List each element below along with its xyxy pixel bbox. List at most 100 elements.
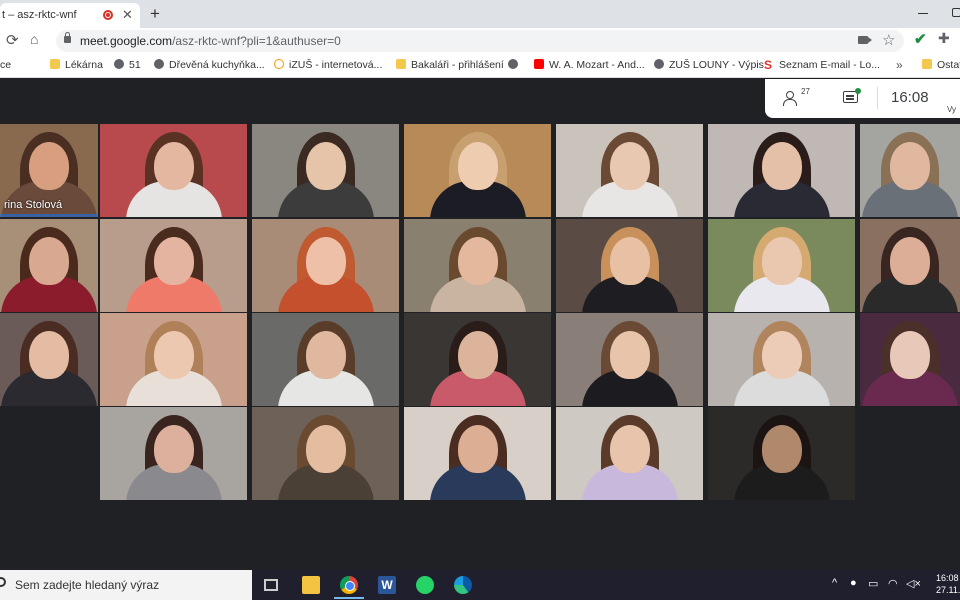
home-icon[interactable]: ⌂ xyxy=(30,31,38,47)
extensions-icon[interactable]: ✚ xyxy=(938,30,950,47)
participant-face xyxy=(29,142,69,190)
participant-face xyxy=(153,142,194,190)
bookmark-item[interactable]: Dřevěná kuchyňka... xyxy=(154,59,265,71)
participant-face xyxy=(609,425,650,473)
bookmark-label: Ostat xyxy=(937,59,960,71)
microphone-icon[interactable]: ● xyxy=(850,577,857,589)
participant-face xyxy=(761,237,802,285)
word-icon[interactable]: W xyxy=(378,576,396,594)
participant-face xyxy=(305,142,346,190)
participant-tile[interactable]: rina Stolová xyxy=(0,124,98,217)
bookmark-item[interactable]: Lékárna xyxy=(50,59,103,71)
participant-face xyxy=(761,142,802,190)
participant-tile[interactable] xyxy=(708,313,855,406)
participant-face xyxy=(761,425,802,473)
bookmark-star-icon[interactable]: ☆ xyxy=(882,31,895,49)
participant-tile[interactable] xyxy=(0,219,98,312)
participant-tile[interactable] xyxy=(100,407,247,500)
maximize-icon[interactable] xyxy=(952,8,960,17)
wifi-icon[interactable]: ◠ xyxy=(888,577,898,590)
system-clock[interactable]: 16:08 27.11.202 xyxy=(936,572,960,596)
participant-tile[interactable] xyxy=(252,313,399,406)
volume-muted-icon[interactable]: ◁× xyxy=(906,577,921,590)
divider xyxy=(877,87,878,109)
bookmark-item[interactable]: ZUŠ LOUNY - Výpis xyxy=(654,59,764,71)
participant-tile[interactable] xyxy=(100,313,247,406)
bookmark-item[interactable]: 51 xyxy=(114,59,141,71)
system-time: 16:08 xyxy=(936,573,959,583)
participant-tile[interactable] xyxy=(556,219,703,312)
participant-tile[interactable] xyxy=(708,219,855,312)
participant-face xyxy=(609,142,650,190)
participant-face xyxy=(153,331,194,379)
participant-tile[interactable] xyxy=(404,124,551,217)
participant-tile[interactable] xyxy=(404,219,551,312)
bookmark-item[interactable]: S Seznam E-mail - Lo... xyxy=(764,59,880,71)
participant-tile[interactable] xyxy=(708,124,855,217)
participant-tile[interactable] xyxy=(556,124,703,217)
participant-tile[interactable] xyxy=(404,407,551,500)
participant-face xyxy=(29,237,69,285)
participant-tile[interactable] xyxy=(252,219,399,312)
participant-face xyxy=(29,331,69,379)
people-icon[interactable] xyxy=(783,91,799,106)
tab-close-icon[interactable]: ✕ xyxy=(122,7,133,23)
participant-count: 27 xyxy=(801,87,810,96)
minimize-icon[interactable] xyxy=(918,13,928,14)
participant-tile[interactable] xyxy=(404,313,551,406)
folder-icon xyxy=(922,59,932,69)
bookmark-item[interactable] xyxy=(508,59,523,71)
participant-tile[interactable] xyxy=(556,407,703,500)
reload-icon[interactable]: ⟳ xyxy=(6,31,19,49)
recording-icon xyxy=(103,10,113,20)
camera-icon[interactable] xyxy=(858,36,872,44)
meeting-clock: 16:08 xyxy=(891,89,929,106)
search-placeholder: Sem zadejte hledaný výraz xyxy=(15,578,160,592)
bookmark-item[interactable]: W. A. Mozart - And... xyxy=(534,59,645,71)
new-tab-button[interactable]: + xyxy=(150,4,160,24)
bookmark-item[interactable]: iZUŠ - internetová... xyxy=(274,59,382,71)
participant-tile[interactable] xyxy=(100,219,247,312)
participant-tile[interactable] xyxy=(556,313,703,406)
bookmark-label: Lékárna xyxy=(65,59,103,71)
tab-meet[interactable]: t – asz-rktc-wnf ✕ xyxy=(0,3,140,28)
participant-tile[interactable] xyxy=(860,219,960,312)
participant-tile[interactable] xyxy=(860,313,960,406)
globe-icon xyxy=(114,59,124,69)
participant-face xyxy=(305,237,346,285)
bookmark-item[interactable]: Ostat xyxy=(922,59,960,71)
participant-face xyxy=(153,425,194,473)
battery-icon[interactable]: ▭ xyxy=(868,577,878,590)
bookmark-label: Bakaláři - přihlášení xyxy=(411,59,504,71)
search-icon xyxy=(0,577,6,587)
taskbar-search[interactable]: Sem zadejte hledaný výraz xyxy=(0,570,252,600)
participant-tile[interactable] xyxy=(252,124,399,217)
participant-tile[interactable] xyxy=(860,124,960,217)
whatsapp-icon[interactable] xyxy=(416,576,434,594)
edge-icon[interactable] xyxy=(454,576,472,594)
participant-face xyxy=(890,237,930,285)
bookmark-item[interactable]: Bakaláři - přihlášení xyxy=(396,59,504,71)
file-explorer-icon[interactable] xyxy=(302,576,320,594)
bookmarks-bar: ce Lékárna 51 Dřevěná kuchyňka... iZUŠ - int… xyxy=(0,54,960,78)
participant-tile[interactable] xyxy=(708,407,855,500)
url-text[interactable]: meet.google.com/asz-rktc-wnf?pli=1&authu… xyxy=(80,34,341,48)
bookmark-label: Seznam E-mail - Lo... xyxy=(779,59,880,71)
participant-tile[interactable] xyxy=(0,313,98,406)
chrome-icon[interactable] xyxy=(340,576,358,594)
bookmark-label: iZUŠ - internetová... xyxy=(289,59,383,71)
participant-face xyxy=(609,331,650,379)
check-extension-icon[interactable]: ✔ xyxy=(914,30,927,48)
url-field[interactable]: meet.google.com/asz-rktc-wnf?pli=1&authu… xyxy=(56,30,904,52)
bookmarks-overflow-button[interactable]: » xyxy=(896,58,903,72)
globe-icon xyxy=(154,59,164,69)
task-view-icon[interactable] xyxy=(264,579,278,591)
bookmark-label: W. A. Mozart - And... xyxy=(549,59,645,71)
bookmark-item[interactable]: ce xyxy=(0,59,11,71)
bookmark-label: ce xyxy=(0,59,12,71)
participant-tile[interactable] xyxy=(100,124,247,217)
lock-icon[interactable] xyxy=(64,32,71,43)
bookmark-label: Dřevěná kuchyňka... xyxy=(169,59,265,71)
tray-overflow-icon[interactable]: ^ xyxy=(832,577,837,589)
participant-tile[interactable] xyxy=(252,407,399,500)
